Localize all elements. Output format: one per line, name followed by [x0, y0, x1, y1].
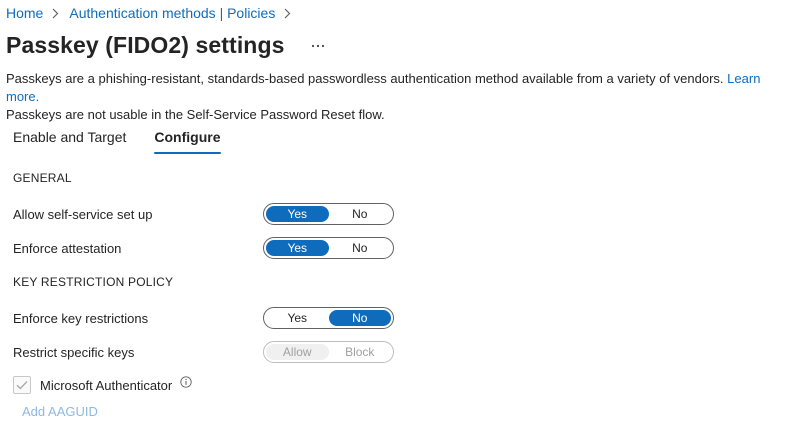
enforce-attestation-yes-option[interactable]: Yes	[266, 240, 329, 256]
tab-enable-and-target[interactable]: Enable and Target	[13, 128, 126, 154]
tab-bar: Enable and Target Configure	[13, 128, 221, 154]
breadcrumb-auth-methods-link[interactable]: Authentication methods | Policies	[69, 5, 275, 21]
restrict-allow-option: Allow	[266, 344, 329, 360]
microsoft-authenticator-row: Microsoft Authenticator	[13, 376, 192, 394]
enforce-attestation-label: Enforce attestation	[13, 241, 122, 256]
chevron-right-icon	[52, 8, 59, 19]
self-service-yes-option[interactable]: Yes	[266, 206, 329, 222]
restrict-specific-keys-toggle: Allow Block	[263, 341, 394, 363]
title-row: Passkey (FIDO2) settings	[6, 32, 325, 59]
more-options-icon[interactable]	[311, 36, 325, 56]
key-restriction-section-heading: KEY RESTRICTION POLICY	[13, 275, 174, 289]
checkmark-icon	[16, 381, 28, 390]
microsoft-authenticator-label: Microsoft Authenticator	[40, 377, 173, 393]
chevron-right-icon	[284, 8, 291, 19]
description-line-1: Passkeys are a phishing-resistant, stand…	[6, 71, 724, 86]
enforce-attestation-toggle[interactable]: Yes No	[263, 237, 394, 259]
self-service-toggle[interactable]: Yes No	[263, 203, 394, 225]
passkey-settings-page: Home Authentication methods | Policies P…	[0, 0, 789, 422]
restrict-specific-keys-label: Restrict specific keys	[13, 345, 135, 360]
tab-configure[interactable]: Configure	[154, 128, 221, 154]
self-service-no-option[interactable]: No	[329, 206, 392, 222]
info-icon[interactable]	[180, 376, 192, 388]
self-service-label: Allow self-service set up	[13, 207, 153, 222]
description-line-2: Passkeys are not usable in the Self-Serv…	[6, 107, 385, 122]
restrict-block-option: Block	[345, 345, 375, 359]
enforce-key-restrictions-label: Enforce key restrictions	[13, 311, 149, 326]
enforce-key-restrictions-no-option[interactable]: No	[328, 310, 391, 326]
breadcrumb-home-link[interactable]: Home	[6, 5, 43, 21]
enforce-key-restrictions-yes-option[interactable]: Yes	[266, 310, 329, 326]
enforce-key-restrictions-toggle[interactable]: Yes No	[263, 307, 394, 329]
add-aaguid-link: Add AAGUID	[22, 404, 98, 419]
breadcrumb: Home Authentication methods | Policies	[6, 4, 301, 22]
microsoft-authenticator-checkbox	[13, 376, 31, 394]
enforce-attestation-no-option[interactable]: No	[329, 240, 392, 256]
page-title: Passkey (FIDO2) settings	[6, 32, 285, 58]
general-section-heading: GENERAL	[13, 171, 72, 185]
page-description: Passkeys are a phishing-resistant, stand…	[6, 70, 789, 124]
